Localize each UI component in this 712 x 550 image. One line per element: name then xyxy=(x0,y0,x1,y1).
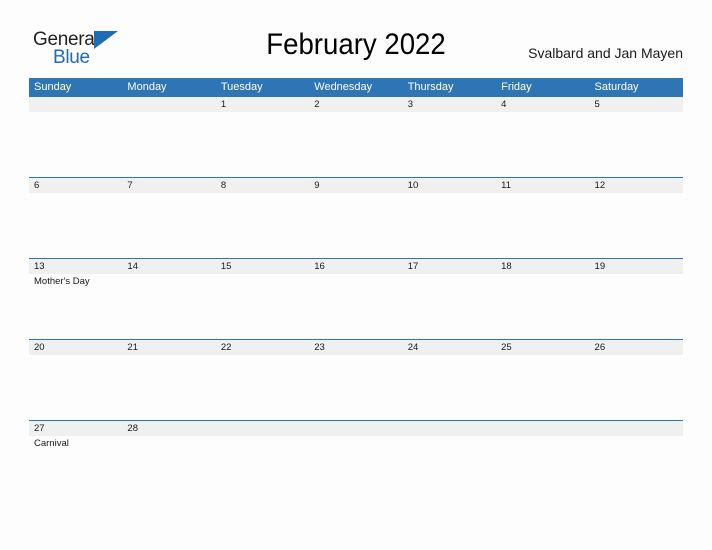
region-subtitle: Svalbard and Jan Mayen xyxy=(528,45,683,61)
week-date-band: 27 28 xyxy=(29,421,683,436)
day-cell[interactable] xyxy=(122,436,215,500)
week-row: 27 28 Carnival xyxy=(29,420,683,501)
day-number[interactable]: 25 xyxy=(496,340,589,355)
day-cell[interactable] xyxy=(403,112,496,176)
day-number[interactable]: 13 xyxy=(29,259,122,274)
week-date-band: 6 7 8 9 10 11 12 xyxy=(29,178,683,193)
day-number[interactable]: 9 xyxy=(309,178,402,193)
day-number[interactable]: 28 xyxy=(122,421,215,436)
day-number[interactable] xyxy=(590,421,683,436)
day-cell[interactable] xyxy=(496,193,589,257)
day-cell[interactable]: Carnival xyxy=(29,436,122,500)
day-number[interactable]: 15 xyxy=(216,259,309,274)
day-number[interactable]: 24 xyxy=(403,340,496,355)
page-header: General Blue February 2022 Svalbard and … xyxy=(0,0,712,78)
day-cell[interactable] xyxy=(496,436,589,500)
week-event-band xyxy=(29,112,683,176)
day-cell[interactable] xyxy=(590,112,683,176)
day-cell[interactable] xyxy=(29,112,122,176)
day-cell[interactable] xyxy=(309,193,402,257)
day-cell[interactable] xyxy=(403,193,496,257)
day-number[interactable]: 19 xyxy=(590,259,683,274)
day-number[interactable]: 21 xyxy=(122,340,215,355)
day-number[interactable] xyxy=(309,421,402,436)
day-number[interactable]: 16 xyxy=(309,259,402,274)
dow-thursday: Thursday xyxy=(407,81,454,93)
dow-saturday: Saturday xyxy=(594,81,639,93)
event-label: Carnival xyxy=(34,438,69,449)
day-number[interactable]: 2 xyxy=(309,97,402,112)
day-cell[interactable] xyxy=(122,274,215,338)
day-number[interactable]: 10 xyxy=(403,178,496,193)
dow-tuesday: Tuesday xyxy=(220,81,263,93)
week-event-band: Carnival xyxy=(29,436,683,500)
week-date-band: 20 21 22 23 24 25 26 xyxy=(29,340,683,355)
week-event-band xyxy=(29,355,683,419)
dow-wednesday: Wednesday xyxy=(314,81,373,93)
day-cell[interactable] xyxy=(590,193,683,257)
day-cell[interactable] xyxy=(496,355,589,419)
day-cell[interactable] xyxy=(216,193,309,257)
week-row: 6 7 8 9 10 11 12 xyxy=(29,177,683,258)
day-cell[interactable] xyxy=(309,436,402,500)
day-number[interactable] xyxy=(216,421,309,436)
week-date-band: 13 14 15 16 17 18 19 xyxy=(29,259,683,274)
day-cell[interactable] xyxy=(403,274,496,338)
day-cell[interactable] xyxy=(309,355,402,419)
day-number[interactable] xyxy=(496,421,589,436)
dow-monday: Monday xyxy=(127,81,167,93)
day-cell[interactable] xyxy=(496,274,589,338)
day-cell[interactable] xyxy=(403,436,496,500)
day-cell[interactable] xyxy=(122,355,215,419)
day-cell[interactable] xyxy=(590,274,683,338)
day-cell[interactable] xyxy=(122,112,215,176)
event-label: Mother's Day xyxy=(34,276,90,287)
day-cell[interactable] xyxy=(216,436,309,500)
week-event-band: Mother's Day xyxy=(29,274,683,338)
day-number[interactable]: 14 xyxy=(122,259,215,274)
day-number[interactable]: 27 xyxy=(29,421,122,436)
day-number[interactable] xyxy=(122,97,215,112)
day-cell[interactable] xyxy=(403,355,496,419)
day-number[interactable]: 6 xyxy=(29,178,122,193)
dow-friday: Friday xyxy=(501,81,532,93)
day-cell[interactable] xyxy=(590,355,683,419)
week-date-band: 1 2 3 4 5 xyxy=(29,97,683,112)
day-cell[interactable]: Mother's Day xyxy=(29,274,122,338)
day-number[interactable]: 20 xyxy=(29,340,122,355)
day-cell[interactable] xyxy=(309,274,402,338)
day-number[interactable]: 26 xyxy=(590,340,683,355)
day-number[interactable] xyxy=(29,97,122,112)
day-number[interactable]: 4 xyxy=(496,97,589,112)
calendar-page: General Blue February 2022 Svalbard and … xyxy=(0,0,712,550)
day-cell[interactable] xyxy=(216,112,309,176)
day-cell[interactable] xyxy=(590,436,683,500)
day-of-week-header-row: Sunday Monday Tuesday Wednesday Thursday… xyxy=(29,78,683,96)
day-cell[interactable] xyxy=(309,112,402,176)
calendar-grid: Sunday Monday Tuesday Wednesday Thursday… xyxy=(29,78,683,501)
day-number[interactable]: 22 xyxy=(216,340,309,355)
day-cell[interactable] xyxy=(216,355,309,419)
day-number[interactable]: 3 xyxy=(403,97,496,112)
day-number[interactable]: 7 xyxy=(122,178,215,193)
day-number[interactable]: 18 xyxy=(496,259,589,274)
week-row: 1 2 3 4 5 xyxy=(29,96,683,177)
day-number[interactable]: 12 xyxy=(590,178,683,193)
day-number[interactable]: 5 xyxy=(590,97,683,112)
week-row: 13 14 15 16 17 18 19 Mother's Day xyxy=(29,258,683,339)
day-cell[interactable] xyxy=(29,355,122,419)
day-number[interactable] xyxy=(403,421,496,436)
day-number[interactable]: 11 xyxy=(496,178,589,193)
day-cell[interactable] xyxy=(122,193,215,257)
day-number[interactable]: 1 xyxy=(216,97,309,112)
dow-sunday: Sunday xyxy=(34,81,72,93)
day-cell[interactable] xyxy=(496,112,589,176)
week-event-band xyxy=(29,193,683,257)
day-number[interactable]: 23 xyxy=(309,340,402,355)
day-cell[interactable] xyxy=(29,193,122,257)
day-number[interactable]: 8 xyxy=(216,178,309,193)
day-number[interactable]: 17 xyxy=(403,259,496,274)
day-cell[interactable] xyxy=(216,274,309,338)
week-row: 20 21 22 23 24 25 26 xyxy=(29,339,683,420)
